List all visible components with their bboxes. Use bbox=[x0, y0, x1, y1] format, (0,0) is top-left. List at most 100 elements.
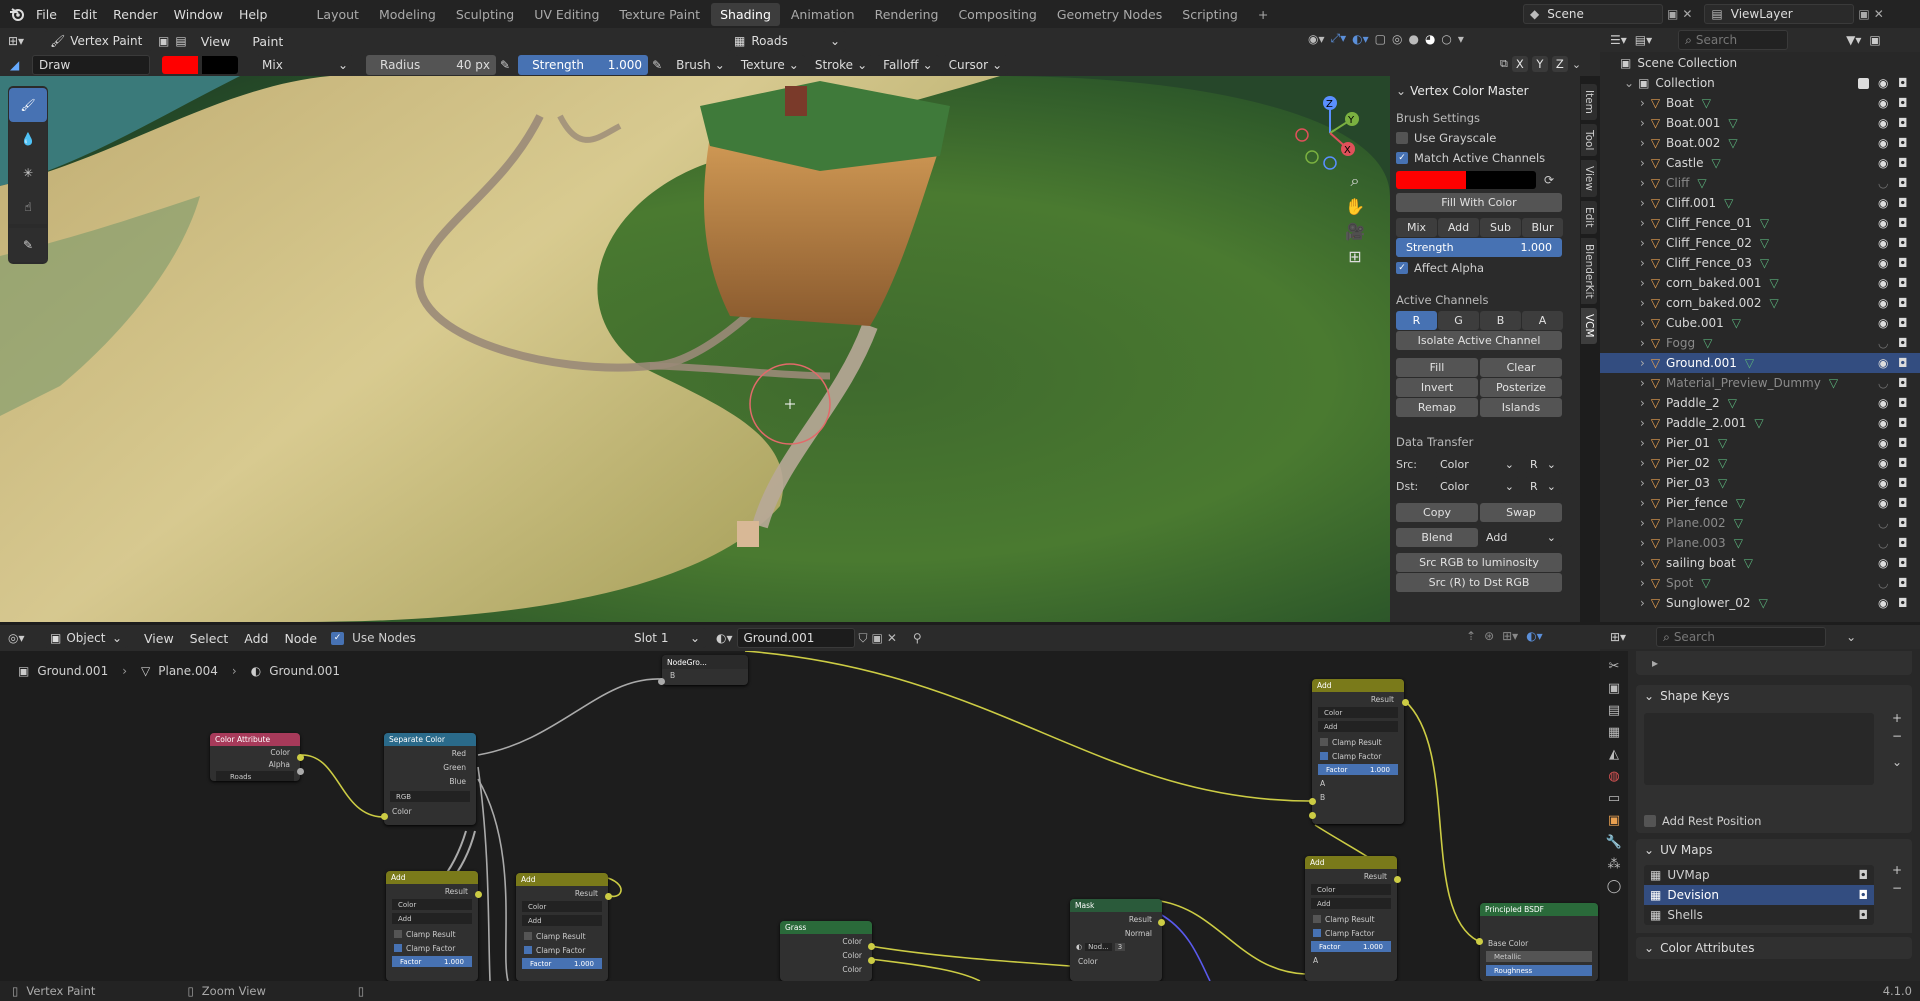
clamp-factor-checkbox[interactable] bbox=[1320, 752, 1328, 760]
outliner-item[interactable]: › ▽ Cliff ▽ ◡ ◘ bbox=[1600, 173, 1920, 193]
remap-button[interactable]: Remap bbox=[1396, 398, 1478, 417]
shape-keys-section[interactable]: ⌄ Shape Keys bbox=[1636, 685, 1912, 707]
outliner-item[interactable]: › ▽ Boat.002 ▽ ◉ ◘ bbox=[1600, 133, 1920, 153]
xray-icon[interactable]: ▢ bbox=[1375, 32, 1386, 46]
workspace-tab-rendering[interactable]: Rendering bbox=[866, 3, 948, 26]
clamp-factor-row[interactable]: Clamp Factor bbox=[386, 941, 478, 955]
blend-mode-dropdown[interactable]: Mix ⌄ bbox=[256, 55, 354, 75]
delete-scene-icon[interactable]: ✕ bbox=[1682, 7, 1692, 21]
workspace-tab-shading[interactable]: Shading bbox=[711, 2, 780, 26]
eye-icon[interactable]: ◡ bbox=[1878, 536, 1888, 550]
texture-menu[interactable]: Texture ⌄ bbox=[734, 55, 805, 75]
eye-icon[interactable]: ◉ bbox=[1878, 436, 1888, 450]
clamp-result-checkbox[interactable] bbox=[394, 930, 402, 938]
data-type-dropdown[interactable]: Color bbox=[1318, 707, 1398, 718]
outliner-item[interactable]: › ▽ corn_baked.001 ▽ ◉ ◘ bbox=[1600, 273, 1920, 293]
dst-dropdown[interactable]: Color ⌄ bbox=[1434, 477, 1520, 495]
fake-user-icon[interactable]: ⛉ bbox=[859, 631, 868, 646]
render-active-uv-icon[interactable]: ◘ bbox=[1859, 868, 1869, 882]
tab-item[interactable]: Item bbox=[1581, 84, 1597, 120]
affect-alpha-checkbox[interactable]: ✓ bbox=[1396, 262, 1408, 274]
outliner-item[interactable]: › ▽ Spot ▽ ◡ ◘ bbox=[1600, 573, 1920, 593]
clamp-factor-row[interactable]: Clamp Factor bbox=[516, 943, 608, 957]
camera-render-icon[interactable]: ◘ bbox=[1898, 596, 1908, 610]
fill-button[interactable]: Fill bbox=[1396, 358, 1478, 377]
camera-render-icon[interactable]: ◘ bbox=[1898, 336, 1908, 350]
workspace-tab-modeling[interactable]: Modeling bbox=[370, 3, 445, 26]
slot-dropdown[interactable]: Slot 1 ⌄ bbox=[628, 628, 706, 648]
eye-icon[interactable]: ◉ bbox=[1878, 556, 1888, 570]
outliner-item[interactable]: › ▽ Pier_03 ▽ ◉ ◘ bbox=[1600, 473, 1920, 493]
shading-rendered-icon[interactable]: ○ bbox=[1441, 32, 1451, 46]
clamp-factor-checkbox[interactable] bbox=[1313, 929, 1321, 937]
delete-view-layer-icon[interactable]: ✕ bbox=[1874, 7, 1884, 21]
vcm-color-swatch-black[interactable] bbox=[1466, 171, 1536, 189]
modifier-tab-icon[interactable]: 🔧 bbox=[1606, 835, 1622, 850]
copy-button[interactable]: Copy bbox=[1396, 503, 1478, 522]
shading-wireframe-icon[interactable]: ◎ bbox=[1392, 32, 1402, 46]
socket-dot[interactable] bbox=[605, 893, 612, 900]
use-grayscale-checkbox[interactable] bbox=[1396, 132, 1408, 144]
factor-slider[interactable]: Factor 1.000 bbox=[522, 958, 602, 969]
uv-map-item[interactable]: ▦ Shells ◘ bbox=[1644, 905, 1874, 925]
outliner-item[interactable]: › ▽ Cliff_Fence_01 ▽ ◉ ◘ bbox=[1600, 213, 1920, 233]
shading-material-icon[interactable]: ◕ bbox=[1425, 32, 1435, 46]
collection-row[interactable]: ⌄ ▣ Collection ◉ ◘ bbox=[1600, 73, 1920, 93]
shape-key-menu-icon[interactable]: ⌄ bbox=[1892, 755, 1902, 769]
socket-dot[interactable] bbox=[1158, 919, 1165, 926]
expand-chevron-icon[interactable]: › bbox=[1640, 376, 1645, 390]
expand-chevron-icon[interactable]: › bbox=[1640, 416, 1645, 430]
primary-color-swatch[interactable] bbox=[162, 56, 198, 74]
render-active-uv-icon[interactable]: ◘ bbox=[1859, 888, 1869, 902]
src-dropdown[interactable]: Color ⌄ bbox=[1434, 455, 1520, 473]
outliner-item[interactable]: › ▽ Pier_02 ▽ ◉ ◘ bbox=[1600, 453, 1920, 473]
socket-dot[interactable] bbox=[297, 754, 304, 761]
eye-icon[interactable]: ◉ bbox=[1878, 596, 1888, 610]
clamp-factor-row[interactable]: Clamp Factor bbox=[1312, 749, 1404, 763]
properties-editor-icon[interactable]: ⊞▾ bbox=[1610, 630, 1626, 644]
eye-icon[interactable]: ◉ bbox=[1878, 316, 1888, 330]
blend-add-button[interactable]: Add bbox=[1438, 218, 1479, 237]
dst-channel-dropdown[interactable]: R ⌄ bbox=[1524, 477, 1562, 495]
camera-render-icon[interactable]: ◘ bbox=[1898, 476, 1908, 490]
roughness-field[interactable]: Roughness bbox=[1486, 965, 1592, 976]
expand-chevron-icon[interactable]: › bbox=[1640, 436, 1645, 450]
blend-op-dropdown[interactable]: Add bbox=[392, 913, 472, 924]
perspective-grid-icon[interactable]: ⊞ bbox=[1348, 247, 1361, 266]
outliner-item[interactable]: › ▽ Cliff_Fence_02 ▽ ◉ ◘ bbox=[1600, 233, 1920, 253]
zoom-icon[interactable]: ⌕ bbox=[1351, 171, 1360, 191]
workspace-tab-scripting[interactable]: Scripting bbox=[1173, 3, 1247, 26]
list-expander[interactable]: ▸ bbox=[1636, 651, 1912, 675]
scene-selector[interactable]: ◆ Scene bbox=[1523, 4, 1663, 24]
clamp-factor-checkbox[interactable] bbox=[524, 946, 532, 954]
socket-dot[interactable] bbox=[1476, 938, 1483, 945]
node-group[interactable]: NodeGro... B bbox=[662, 655, 748, 685]
attribute-name-field[interactable]: Roads bbox=[216, 771, 294, 781]
expand-chevron-icon[interactable]: › bbox=[1640, 576, 1645, 590]
node-separate-color[interactable]: Separate Color Red Green Blue RGB Color bbox=[384, 733, 476, 825]
gizmo-icon[interactable]: ⤢▾ bbox=[1331, 31, 1347, 46]
outliner-item[interactable]: › ▽ Castle ▽ ◉ ◘ bbox=[1600, 153, 1920, 173]
physics-tab-icon[interactable]: ◯ bbox=[1607, 879, 1622, 894]
tab-vcm[interactable]: VCM bbox=[1581, 308, 1597, 344]
refresh-icon[interactable]: ⟳ bbox=[1544, 173, 1554, 187]
eye-icon[interactable]: ◉ bbox=[1878, 276, 1888, 290]
outliner-search[interactable]: ⌕ Search bbox=[1678, 30, 1789, 50]
mirror-x-toggle[interactable]: X bbox=[1511, 56, 1528, 72]
tool-tab-icon[interactable]: ✂ bbox=[1609, 659, 1620, 674]
use-nodes-checkbox[interactable]: ✓ bbox=[331, 631, 345, 645]
metallic-field[interactable]: Metallic bbox=[1486, 951, 1592, 962]
editor-type-icon[interactable]: ⊞▾ bbox=[8, 34, 38, 48]
eye-icon[interactable]: ◡ bbox=[1878, 176, 1888, 190]
eye-icon[interactable]: ◉ bbox=[1878, 396, 1888, 410]
workspace-tab-compositing[interactable]: Compositing bbox=[949, 3, 1045, 26]
data-type-dropdown[interactable]: Color bbox=[1311, 884, 1391, 895]
outliner-item[interactable]: › ▽ Plane.003 ▽ ◡ ◘ bbox=[1600, 533, 1920, 553]
node-grass[interactable]: Grass Color Color Color bbox=[780, 921, 872, 981]
brush-preview-icon[interactable]: ◢ bbox=[10, 58, 28, 72]
fill-with-color-button[interactable]: Fill With Color bbox=[1396, 193, 1562, 212]
new-scene-icon[interactable]: ▣ bbox=[1667, 7, 1678, 21]
scene-tab-icon[interactable]: ◭ bbox=[1609, 747, 1619, 762]
mirror-z-toggle[interactable]: Z bbox=[1551, 56, 1568, 72]
uv-maps-section[interactable]: ⌄ UV Maps bbox=[1636, 839, 1912, 861]
